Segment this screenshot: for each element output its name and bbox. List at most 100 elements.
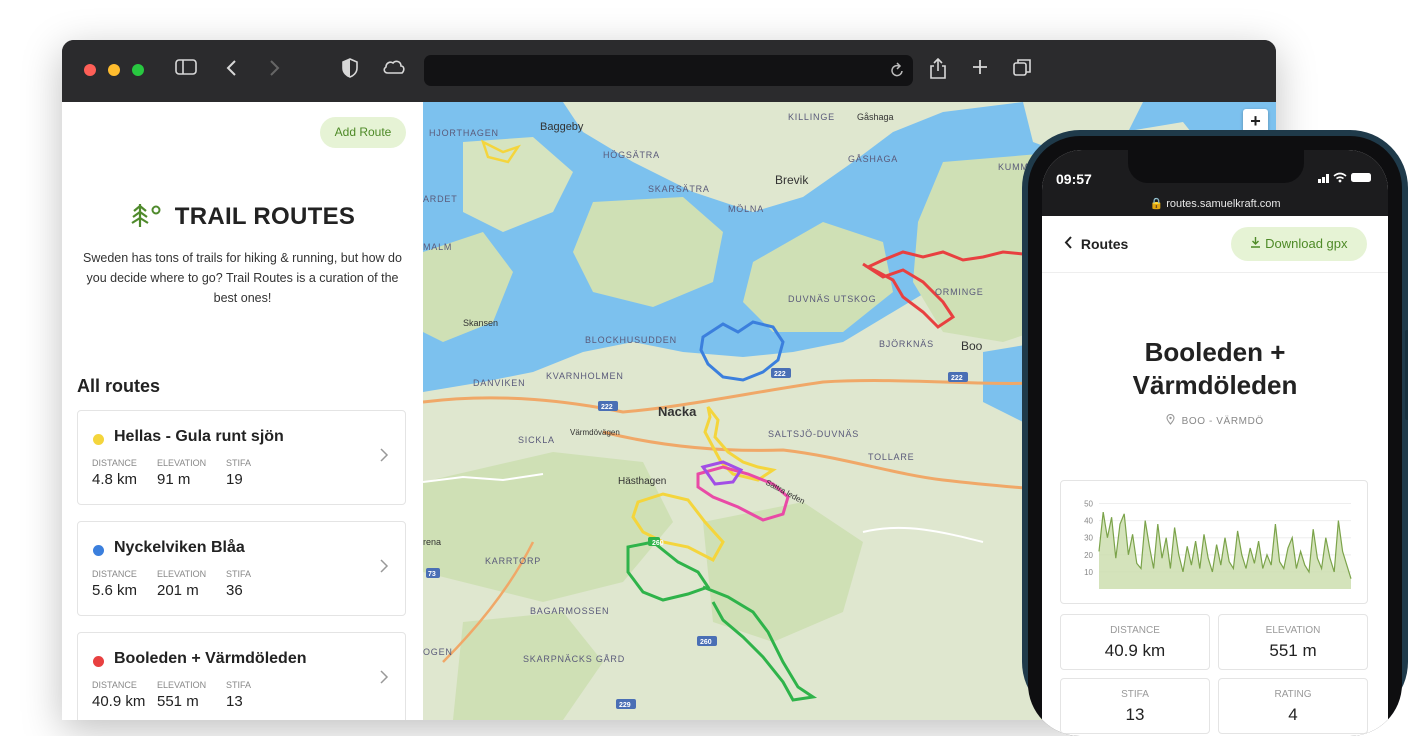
road-shield: 260: [652, 540, 664, 547]
route-name: Booleden + Värmdöleden: [114, 650, 307, 667]
stat-value: 551 m: [1269, 641, 1317, 660]
road-shield: 222: [774, 371, 786, 378]
elevation-label: ELEVATION: [157, 680, 207, 690]
stat-label: DISTANCE: [1110, 625, 1160, 636]
map-label: Värmdövägen: [570, 428, 620, 437]
section-title: All routes: [77, 376, 161, 396]
map-label: Skansen: [463, 318, 498, 328]
location-text: BOO - VÄRMDÖ: [1181, 416, 1264, 427]
map-label: rena: [423, 537, 441, 547]
stat-card: ELEVATION 551 m: [1218, 614, 1368, 670]
back-to-routes-button[interactable]: Routes: [1064, 236, 1128, 252]
map-label: ARDET: [423, 194, 458, 204]
zoom-window-button[interactable]: [132, 64, 144, 76]
distance-value: 4.8 km: [92, 471, 138, 488]
route-title: Booleden + Värmdöleden: [1042, 336, 1388, 402]
map-label: DANVIKEN: [473, 378, 525, 388]
stat-card: DISTANCE 40.9 km: [1060, 614, 1210, 670]
map-label: HJORTHAGEN: [429, 128, 499, 138]
stat-label: STIFA: [1121, 689, 1149, 700]
stat-card: STIFA 13: [1060, 678, 1210, 734]
add-route-button[interactable]: Add Route: [320, 117, 406, 148]
forward-icon[interactable]: [262, 58, 286, 84]
map-label: SICKLA: [518, 435, 555, 445]
y-tick-label: 10: [1084, 568, 1093, 577]
phone-notch: [1128, 150, 1304, 183]
minimize-window-button[interactable]: [108, 64, 120, 76]
new-tab-plus-icon[interactable]: [968, 58, 992, 82]
phone-url-text: routes.samuelkraft.com: [1166, 198, 1281, 210]
elevation-chart: 50 40 30 20 10: [1060, 480, 1368, 604]
phone-status-bar: 09:57 🔒 routes.samuelkraft.com: [1042, 150, 1388, 216]
stifa-label: STIFA: [226, 458, 252, 468]
logo-text: TRAIL ROUTES: [174, 203, 356, 230]
route-card[interactable]: Nyckelviken Blåa DISTANCE ELEVATION STIF…: [77, 521, 406, 616]
stat-value: 13: [1125, 705, 1145, 724]
road-shield: 73: [428, 571, 436, 578]
map-label: Baggeby: [540, 121, 584, 133]
map-label: BLOCKHUSUDDEN: [585, 335, 677, 345]
map-label: TOLLARE: [868, 452, 914, 462]
site-logo[interactable]: TRAIL ROUTES: [62, 202, 423, 231]
route-card[interactable]: Hellas - Gula runt sjön DISTANCE ELEVATI…: [77, 410, 406, 505]
reload-icon[interactable]: [891, 62, 905, 83]
download-icon: [1250, 236, 1261, 251]
y-tick-label: 20: [1084, 551, 1093, 560]
chevron-right-icon: [379, 557, 389, 580]
status-icons: [1318, 171, 1374, 186]
map-label: OGEN: [423, 647, 453, 657]
share-icon[interactable]: [926, 57, 950, 86]
map-label: SKARSÄTRA: [648, 184, 710, 194]
y-tick-label: 40: [1084, 517, 1093, 526]
map-label: HÖGSÄTRA: [603, 150, 660, 160]
road-shield: 260: [700, 639, 712, 646]
map-label: MÖLNA: [728, 204, 764, 214]
cloud-icon[interactable]: [382, 58, 406, 82]
elevation-label: ELEVATION: [157, 569, 207, 579]
route-location: BOO - VÄRMDÖ: [1042, 413, 1388, 427]
phone-screen: 09:57 🔒 routes.samuelkraft.com Routes Do…: [1042, 150, 1388, 736]
location-pin-icon: [1166, 413, 1175, 427]
map-label: Gåshaga: [857, 112, 894, 122]
map-label: KVARNHOLMEN: [546, 371, 624, 381]
stat-value: 4: [1288, 705, 1298, 724]
elevation-chart-svg: 50 40 30 20 10: [1084, 500, 1352, 589]
browser-toolbar: [62, 40, 1276, 102]
map-label: BAGARMOSSEN: [530, 606, 609, 616]
phone-device: 09:57 🔒 routes.samuelkraft.com Routes Do…: [1022, 130, 1408, 736]
lock-icon: 🔒: [1149, 198, 1164, 210]
map-label: SALTSJÖ-DUVNÄS: [768, 429, 859, 439]
intro-text: Sweden has tons of trails for hiking & r…: [83, 251, 402, 305]
map-label: KILLINGE: [788, 112, 835, 122]
distance-value: 5.6 km: [92, 582, 138, 599]
phone-bezel: 09:57 🔒 routes.samuelkraft.com Routes Do…: [1028, 136, 1402, 736]
sidebar-icon[interactable]: [174, 58, 198, 82]
map-label: Boo: [961, 339, 983, 353]
close-window-button[interactable]: [84, 64, 96, 76]
download-gpx-button[interactable]: Download gpx: [1231, 227, 1367, 261]
stat-label: ELEVATION: [1265, 625, 1321, 636]
route-color-dot: [93, 434, 104, 445]
elevation-area: [1099, 512, 1351, 589]
route-color-dot: [93, 545, 104, 556]
back-icon[interactable]: [220, 58, 244, 84]
download-label: Download gpx: [1265, 236, 1348, 251]
address-bar[interactable]: [424, 55, 913, 86]
elevation-label: ELEVATION: [157, 458, 207, 468]
map-label: Brevik: [775, 173, 809, 187]
tabs-overview-icon[interactable]: [1010, 58, 1034, 84]
phone-url[interactable]: 🔒 routes.samuelkraft.com: [1042, 197, 1388, 210]
stat-card: RATING 4: [1218, 678, 1368, 734]
elevation-value: 201 m: [157, 582, 199, 599]
distance-label: DISTANCE: [92, 458, 137, 468]
shield-icon[interactable]: [338, 58, 362, 84]
distance-value: 40.9 km: [92, 693, 146, 710]
map-label: BJÖRKNÄS: [879, 339, 934, 349]
route-card[interactable]: Booleden + Värmdöleden DISTANCE ELEVATIO…: [77, 632, 406, 720]
road-shield: 222: [951, 375, 963, 382]
elevation-value: 91 m: [157, 471, 191, 488]
sidebar: Add Route TRAIL ROUTES Sweden has tons o…: [62, 102, 423, 720]
chevron-left-icon: [1064, 236, 1073, 252]
route-title-line1: Booleden +: [1144, 337, 1286, 367]
elevation-value: 551 m: [157, 693, 199, 710]
